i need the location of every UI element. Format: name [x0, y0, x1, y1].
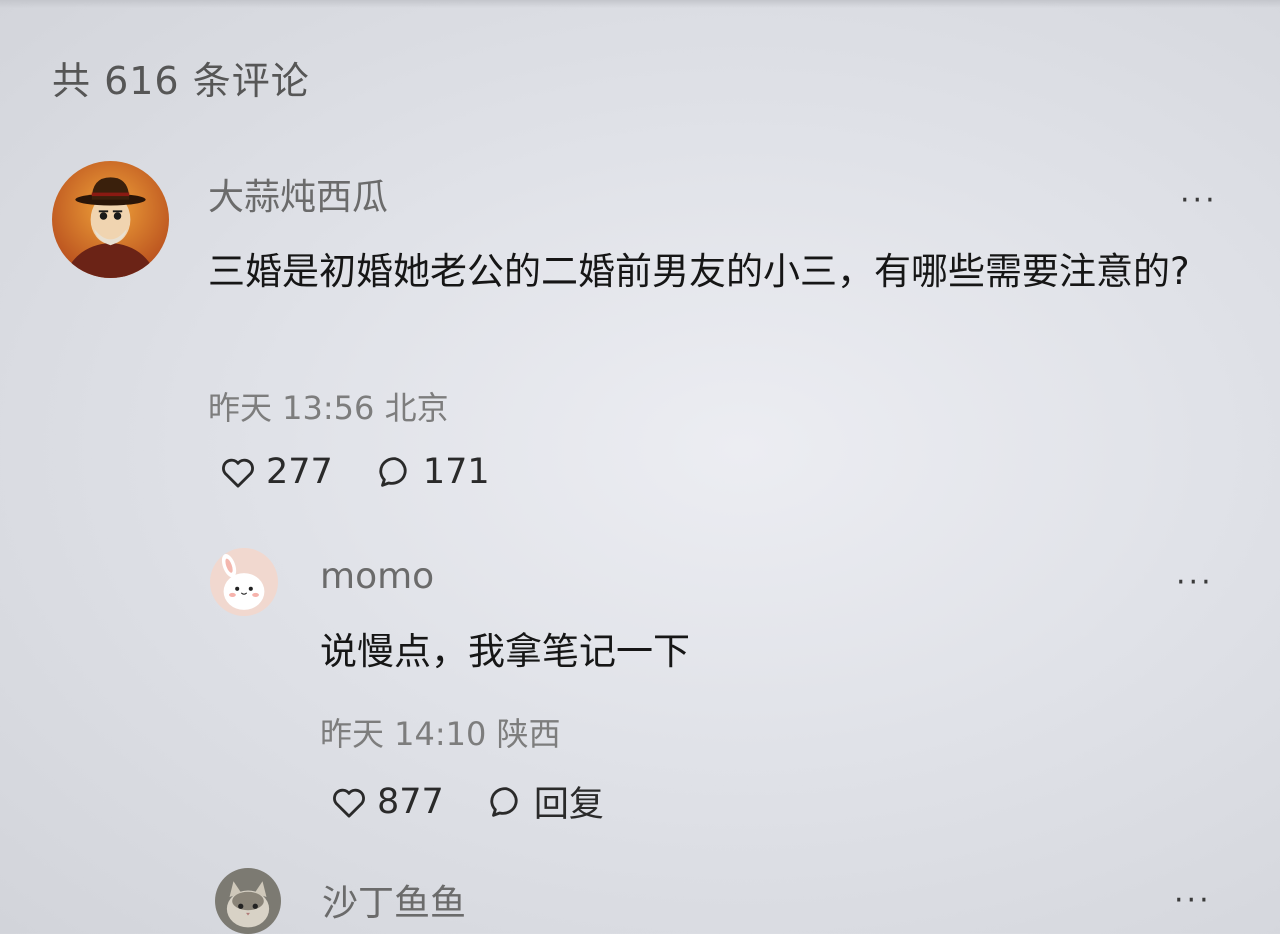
reply-button[interactable]: 回复 [486, 776, 604, 827]
comment-text: 三婚是初婚她老公的二婚前男友的小三，有哪些需要注意的? [208, 250, 1190, 293]
reply-count: 171 [422, 452, 490, 492]
like-count: 877 [377, 781, 444, 822]
comment-location: 陕西 [496, 715, 561, 753]
reply-button[interactable]: 171 [375, 452, 490, 492]
comment-username[interactable]: 沙丁鱼鱼 [322, 874, 466, 926]
comment-username[interactable]: 大蒜炖西瓜 [208, 168, 388, 220]
comment-meta: 昨天 14:10 陕西 [320, 709, 561, 755]
like-button[interactable]: 277 [218, 452, 333, 492]
comment-bubble-icon [379, 457, 407, 487]
heart-icon [222, 458, 254, 488]
comment-actions: 277 171 [218, 452, 490, 492]
more-options-button[interactable]: ··· [1180, 186, 1218, 216]
bunny-avatar-icon [210, 548, 278, 616]
user-avatar[interactable] [210, 548, 278, 616]
comment-time: 昨天 14:10 [320, 715, 487, 753]
more-options-button[interactable]: ··· [1176, 568, 1214, 598]
comment-count-header: 共 616 条评论 [52, 59, 310, 103]
user-avatar[interactable] [215, 868, 281, 934]
more-options-button[interactable]: ··· [1174, 886, 1212, 916]
cowboy-avatar-icon [52, 161, 169, 278]
like-button[interactable]: 877 [329, 782, 444, 822]
comment-text: 说慢点，我拿笔记一下 [320, 630, 690, 673]
comment-location: 北京 [384, 389, 449, 427]
reply-label: 回复 [533, 785, 604, 825]
comment-username[interactable]: momo [320, 556, 434, 597]
screen-top-edge [0, 0, 1280, 8]
cat-avatar-icon [215, 868, 281, 934]
heart-icon [333, 788, 365, 818]
comment-meta: 昨天 13:56 北京 [208, 383, 449, 429]
comment-actions: 877 回复 [329, 776, 604, 827]
user-avatar[interactable] [52, 161, 169, 278]
comment-time: 昨天 13:56 [208, 389, 375, 427]
comment-bubble-icon [490, 786, 518, 817]
like-count: 277 [266, 452, 333, 492]
